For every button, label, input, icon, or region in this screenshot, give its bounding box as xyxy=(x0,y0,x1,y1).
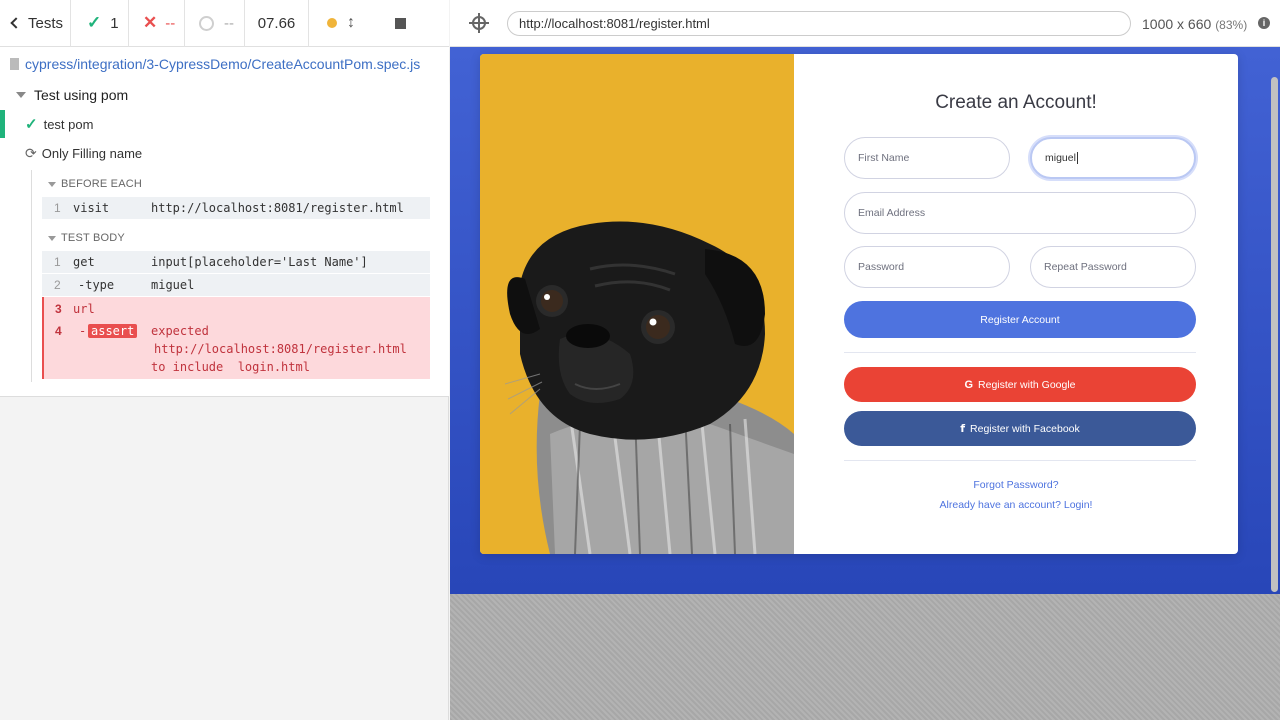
button-label: Register with Google xyxy=(978,378,1076,391)
login-link[interactable]: Already have an account? Login! xyxy=(794,499,1238,511)
refresh-icon: ⟳ xyxy=(25,144,37,161)
divider xyxy=(844,460,1196,461)
page-title: Create an Account! xyxy=(935,92,1097,113)
pending-count: -- xyxy=(185,0,245,47)
assert-badge: assert xyxy=(88,324,138,338)
test-row-passed[interactable]: ✓ test pom xyxy=(0,110,449,138)
command-message: input[placeholder='Last Name'] xyxy=(151,255,368,269)
caret-down-icon xyxy=(16,92,26,98)
register-card: Create an Account! First Name miguel Ema… xyxy=(480,54,1238,554)
viewport-info: 1000 x 660 (83%) xyxy=(1142,16,1247,32)
tests-label: Tests xyxy=(28,14,64,32)
passed-value: 1 xyxy=(110,14,119,32)
check-icon: ✓ xyxy=(25,116,38,133)
test-title: test pom xyxy=(43,116,94,132)
command-name: - xyxy=(79,324,87,338)
pug-image xyxy=(480,54,794,554)
selector-playground-icon[interactable] xyxy=(469,13,489,33)
spec-bar: cypress/integration/3-CypressDemo/Create… xyxy=(0,47,449,81)
suite-title-row[interactable]: Test using pom xyxy=(16,87,128,103)
running-indicator-icon xyxy=(327,18,337,28)
assert-message-line: http://localhost:8081/register.html xyxy=(154,342,407,356)
last-name-field[interactable]: miguel xyxy=(1030,137,1196,179)
pending-value: -- xyxy=(224,14,234,32)
tests-button[interactable]: Tests xyxy=(0,0,71,47)
command-name: visit xyxy=(73,201,110,215)
stop-button[interactable] xyxy=(395,17,406,29)
duration: 07.66 xyxy=(245,0,309,47)
viewport-size: 1000 x 660 xyxy=(1142,16,1212,32)
hook-title: BEFORE EACH xyxy=(61,178,143,190)
command-message: http://localhost:8081/register.html xyxy=(151,201,404,215)
check-icon: ✓ xyxy=(87,13,102,32)
command-name: -type xyxy=(78,278,115,292)
spec-path-link[interactable]: cypress/integration/3-CypressDemo/Create… xyxy=(25,56,420,72)
runnables-list: Test using pom ✓ test pom ⟳ Only Filling… xyxy=(0,81,449,397)
password-field[interactable]: Password xyxy=(844,246,1010,288)
repeat-password-field[interactable]: Repeat Password xyxy=(1030,246,1196,288)
command-log: BEFORE EACH 1 visit http://localhost:808… xyxy=(31,170,430,382)
command-number: 1 xyxy=(54,201,61,215)
reporter-header: Tests ✓ 1 ✕ -- -- 07.66 ↕ xyxy=(0,0,449,47)
forgot-password-link[interactable]: Forgot Password? xyxy=(794,479,1238,491)
viewport-scale: (83%) xyxy=(1215,18,1248,32)
button-label: Register Account xyxy=(980,313,1060,326)
passed-count: ✓ 1 xyxy=(71,0,129,47)
command-row[interactable]: 1 visit http://localhost:8081/register.h… xyxy=(42,197,430,219)
email-field[interactable]: Email Address xyxy=(844,192,1196,234)
test-row-failed[interactable]: ⟳ Only Filling name xyxy=(0,139,142,167)
command-number: 2 xyxy=(54,278,61,292)
command-row-failed[interactable]: 3 url xyxy=(44,297,430,319)
hook-test-body[interactable]: TEST BODY xyxy=(48,232,125,244)
button-label: Register with Facebook xyxy=(970,422,1080,435)
hook-title: TEST BODY xyxy=(61,232,125,244)
aut-header: http://localhost:8081/register.html 1000… xyxy=(450,0,1280,47)
first-name-field[interactable]: First Name xyxy=(844,137,1010,179)
pending-ring-icon xyxy=(199,15,214,31)
chevron-left-icon xyxy=(10,17,22,29)
url-bar[interactable]: http://localhost:8081/register.html xyxy=(507,11,1131,36)
caret-down-icon xyxy=(48,181,56,187)
text-caret xyxy=(1076,152,1078,165)
command-row[interactable]: 1 get input[placeholder='Last Name'] xyxy=(42,251,430,273)
assert-message-line: expected xyxy=(151,324,209,338)
aut-empty-area xyxy=(450,594,1280,720)
last-name-value: miguel xyxy=(1045,152,1076,164)
hook-before-each[interactable]: BEFORE EACH xyxy=(48,178,142,190)
info-icon[interactable]: i xyxy=(1258,17,1270,29)
run-controls: ↕ xyxy=(309,0,449,47)
failed-value: -- xyxy=(165,14,176,32)
command-name: get xyxy=(73,255,95,269)
auto-scroll-icon[interactable]: ↕ xyxy=(347,14,355,32)
pug-illustration xyxy=(480,54,794,554)
assert-message-line: to include login.html xyxy=(151,360,310,374)
cypress-runner: Tests ✓ 1 ✕ -- -- 07.66 ↕ cypress/integr… xyxy=(0,0,1280,720)
command-message: miguel xyxy=(151,278,195,292)
failed-command-group: 3 url 4 - assert expected http://localho… xyxy=(42,297,430,379)
suite-title: Test using pom xyxy=(34,87,129,103)
register-account-button[interactable]: Register Account xyxy=(844,301,1196,338)
scrollbar[interactable] xyxy=(1271,77,1278,592)
caret-down-icon xyxy=(48,235,56,241)
command-number: 1 xyxy=(54,255,61,269)
x-icon: ✕ xyxy=(143,13,158,32)
register-facebook-button[interactable]: f Register with Facebook xyxy=(844,411,1196,446)
google-icon: G xyxy=(964,378,974,391)
command-number: 3 xyxy=(55,302,62,316)
facebook-icon: f xyxy=(960,422,966,435)
register-google-button[interactable]: G Register with Google xyxy=(844,367,1196,402)
test-title: Only Filling name xyxy=(41,145,143,161)
pass-indicator xyxy=(0,110,5,138)
reporter-panel: Tests ✓ 1 ✕ -- -- 07.66 ↕ cypress/integr… xyxy=(0,0,449,720)
command-name: url xyxy=(73,302,95,316)
divider xyxy=(844,352,1196,353)
file-icon xyxy=(10,58,19,70)
command-row-failed[interactable]: 4 - assert expected http://localhost:808… xyxy=(44,319,430,379)
command-number: 4 xyxy=(55,324,62,338)
command-row[interactable]: 2 -type miguel xyxy=(42,274,430,296)
aut-iframe: Create an Account! First Name miguel Ema… xyxy=(450,47,1280,594)
failed-count: ✕ -- xyxy=(129,0,185,47)
